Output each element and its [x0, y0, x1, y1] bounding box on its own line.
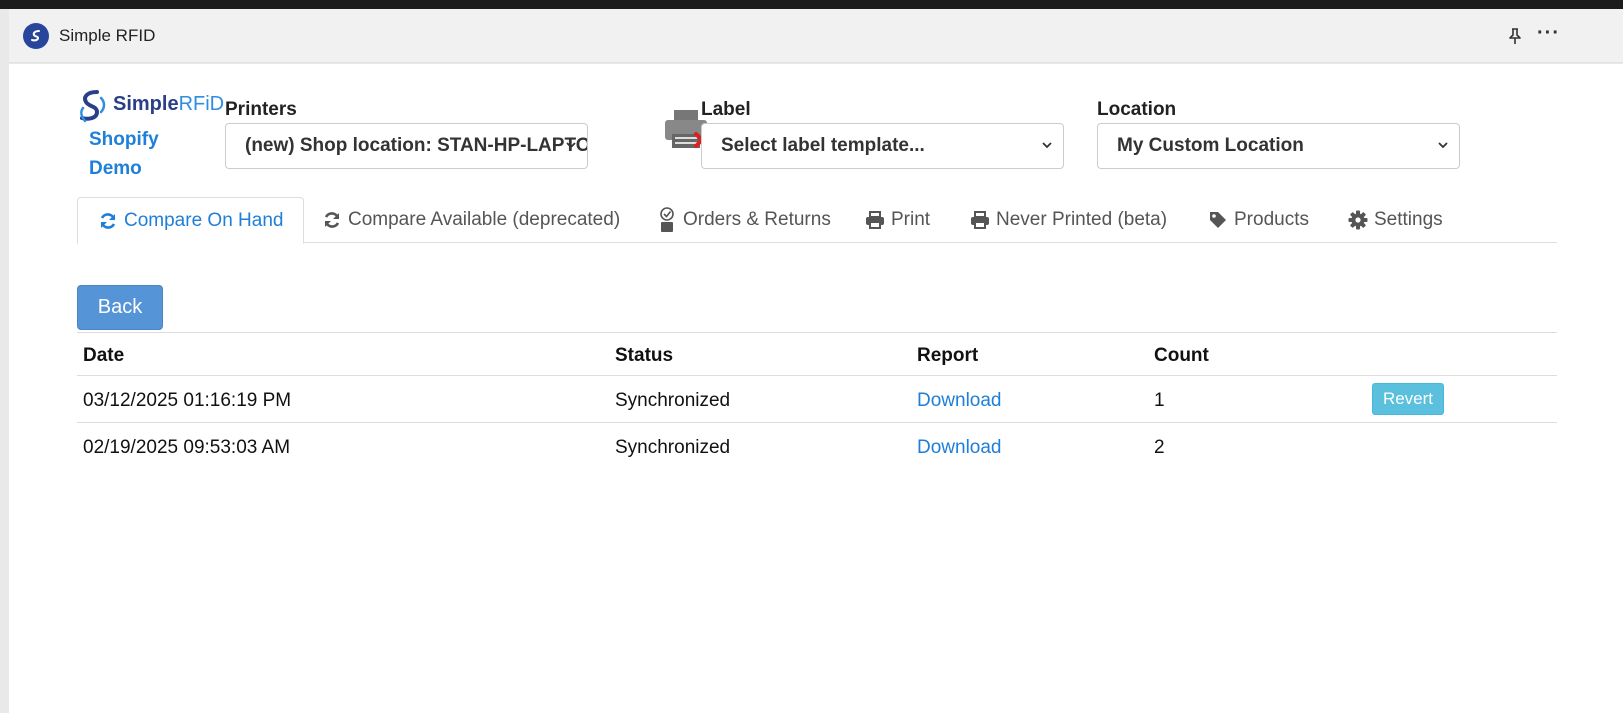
printer-icon — [971, 211, 989, 229]
location-selected-value: My Custom Location — [1117, 135, 1304, 156]
back-button[interactable]: Back — [77, 285, 163, 330]
refresh-icon — [100, 212, 116, 229]
sync-history-table: Date Status Report Count 03/12/2025 01:1… — [77, 332, 1557, 470]
printers-selected-value: (new) Shop location: STAN-HP-LAPTOP — [245, 135, 588, 156]
app-title: Simple RFID — [59, 26, 156, 45]
tab-label: Print — [891, 209, 931, 230]
tab-print[interactable]: Print — [865, 197, 930, 243]
tab-products[interactable]: Products — [1208, 197, 1309, 243]
chevron-down-icon — [1438, 142, 1448, 149]
location-select[interactable]: My Custom Location — [1097, 123, 1460, 169]
header-date: Date — [83, 345, 125, 366]
brand-demo: Demo — [89, 158, 142, 179]
simplerfid-logo: SimpleRFiD — [77, 88, 225, 128]
more-options-icon[interactable]: ··· — [1537, 23, 1561, 46]
left-strip — [0, 9, 9, 713]
label-field-label: Label — [701, 99, 751, 120]
tab-settings[interactable]: Settings — [1348, 197, 1443, 243]
download-link[interactable]: Download — [917, 390, 1002, 412]
row-date: 02/19/2025 09:53:03 AM — [83, 437, 291, 458]
table-row: 03/12/2025 01:16:19 PM Synchronized Down… — [77, 376, 1557, 423]
title-bar: Simple RFID ··· — [9, 9, 1623, 63]
row-status: Synchronized — [615, 437, 731, 458]
printer-icon — [866, 211, 884, 229]
chevron-down-icon — [566, 142, 576, 149]
tab-never-printed[interactable]: Never Printed (beta) — [970, 197, 1167, 243]
gear-icon — [1348, 210, 1368, 230]
top-strip — [0, 0, 1623, 9]
row-date: 03/12/2025 01:16:19 PM — [83, 390, 292, 411]
tab-orders-returns[interactable]: Orders & Returns — [657, 197, 831, 243]
label-selected-value: Select label template... — [721, 135, 925, 156]
header-status: Status — [615, 345, 674, 366]
tab-label: Compare On Hand — [124, 209, 284, 231]
row-count: 2 — [1154, 437, 1165, 458]
tab-label: Settings — [1374, 209, 1443, 230]
badge-check-icon — [660, 207, 674, 232]
refresh-icon — [324, 212, 340, 228]
tab-compare-available[interactable]: Compare Available (deprecated) — [322, 197, 620, 243]
app-logo-icon — [23, 23, 49, 49]
tab-bar: Compare On Hand Compare Available (depre… — [77, 197, 1557, 244]
header-count: Count — [1154, 345, 1209, 366]
row-status: Synchronized — [615, 390, 731, 411]
label-template-select[interactable]: Select label template... — [701, 123, 1064, 169]
table-row: 02/19/2025 09:53:03 AM Synchronized Down… — [77, 423, 1557, 470]
location-label: Location — [1097, 99, 1177, 120]
tab-compare-on-hand[interactable]: Compare On Hand — [77, 197, 305, 244]
row-count: 1 — [1154, 390, 1165, 411]
tab-label: Products — [1234, 209, 1309, 230]
logo-wordmark: SimpleRFiD — [113, 93, 225, 115]
printers-select[interactable]: (new) Shop location: STAN-HP-LAPTOP — [225, 123, 588, 169]
download-link[interactable]: Download — [917, 437, 1002, 459]
brand-shopify: Shopify — [89, 129, 159, 150]
main-content: SimpleRFiD Shopify Demo Printers (new) S… — [9, 64, 1623, 713]
header-report: Report — [917, 345, 979, 366]
tab-label: Never Printed (beta) — [996, 209, 1168, 230]
tag-icon — [1210, 212, 1226, 228]
tab-label: Orders & Returns — [683, 209, 831, 230]
revert-button[interactable]: Revert — [1372, 383, 1444, 415]
chevron-down-icon — [1042, 142, 1052, 149]
printers-label: Printers — [225, 99, 297, 120]
table-header: Date Status Report Count — [77, 332, 1557, 376]
pin-icon[interactable] — [1505, 26, 1525, 46]
tab-label: Compare Available (deprecated) — [348, 209, 621, 230]
